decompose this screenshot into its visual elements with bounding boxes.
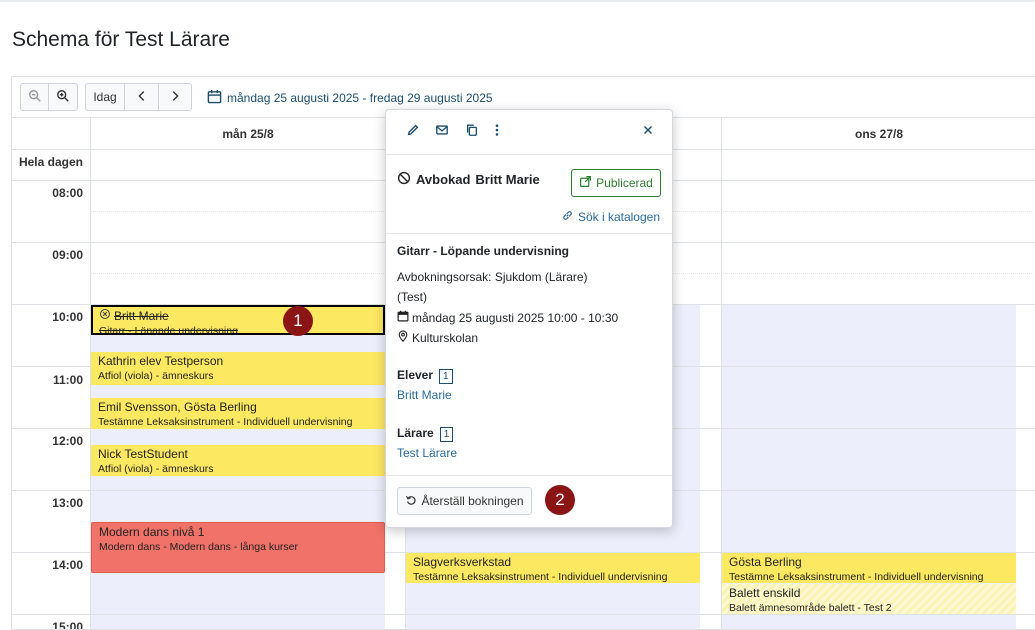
event-title-text: Britt Marie <box>114 308 169 323</box>
status-label: Avbokad <box>416 172 471 187</box>
event-datetime: måndag 25 augusti 2025 10:00 - 10:30 <box>397 310 618 325</box>
hour-label: 08:00 <box>52 186 83 200</box>
message-button[interactable] <box>434 124 450 140</box>
student-link[interactable]: Britt Marie <box>397 388 452 402</box>
teachers-count-badge: 1 <box>439 427 454 442</box>
datetime-text: måndag 25 augusti 2025 10:00 - 10:30 <box>412 310 619 325</box>
event-gosta-berling[interactable]: Gösta Berling Testämne Leksaksinstrument… <box>722 553 1016 583</box>
top-border <box>0 0 1035 2</box>
close-button[interactable] <box>640 124 656 140</box>
all-day-label: Hela dagen <box>18 155 83 169</box>
zoom-in-button[interactable] <box>48 83 78 111</box>
more-vertical-icon <box>490 123 504 142</box>
teacher-link[interactable]: Test Lärare <box>397 446 457 460</box>
external-link-icon <box>579 175 592 191</box>
event-title: Balett enskild <box>729 586 801 600</box>
event-title: Gösta Berling <box>729 555 802 569</box>
date-range-label: måndag 25 augusti 2025 - fredag 29 augus… <box>227 91 493 105</box>
more-options-button[interactable] <box>489 123 505 142</box>
restore-booking-button[interactable]: Återställ bokningen <box>397 487 532 515</box>
step-marker-1: 1 <box>283 306 313 336</box>
hour-label: 15:00 <box>52 620 83 630</box>
event-subtitle: Modern dans - Modern dans - långa kurser <box>99 541 299 553</box>
event-subtitle: Testämne Leksaksinstrument - Individuell… <box>729 571 984 583</box>
cancel-reason-note: (Test) <box>397 290 427 304</box>
event-emil-gosta[interactable]: Emil Svensson, Gösta Berling Testämne Le… <box>91 398 385 429</box>
calendar-icon <box>207 89 222 107</box>
event-modern-dans[interactable]: Modern dans nivå 1 Modern dans - Modern … <box>91 522 385 573</box>
popup-header <box>386 110 672 155</box>
link-icon <box>561 209 574 225</box>
cancelled-icon <box>99 308 111 324</box>
event-nick[interactable]: Nick TestStudent Atfiol (viola) - ämnesk… <box>91 445 385 476</box>
divider <box>386 475 672 476</box>
hour-label: 13:00 <box>52 496 83 510</box>
zoom-out-icon <box>28 89 42 106</box>
close-icon <box>641 123 655 142</box>
pencil-icon <box>406 123 420 142</box>
students-heading: Elever 1 <box>397 368 453 384</box>
students-count-badge: 1 <box>439 369 453 384</box>
envelope-icon <box>435 123 449 142</box>
hour-label: 11:00 <box>52 373 83 387</box>
chevron-right-icon <box>168 89 182 106</box>
event-title: Slagverksverkstad <box>413 555 512 569</box>
copy-button[interactable] <box>464 124 480 140</box>
teachers-heading-text: Lärare <box>397 426 434 440</box>
column-header-wed: ons 27/8 <box>854 126 904 141</box>
location-text: Kulturskolan <box>412 330 479 345</box>
hour-label: 14:00 <box>52 558 83 572</box>
zoom-in-icon <box>56 89 70 106</box>
event-slagverksverkstad[interactable]: Slagverksverkstad Testämne Leksaksinstru… <box>406 553 700 583</box>
catalog-link[interactable]: Sök i katalogen <box>561 209 660 225</box>
event-kathrin[interactable]: Kathrin elev Testperson Atfiol (viola) -… <box>91 352 385 385</box>
next-week-button[interactable] <box>158 83 192 111</box>
event-subtitle: Testämne Leksaksinstrument - Individuell… <box>413 571 668 583</box>
teachers-heading: Lärare 1 <box>397 426 454 442</box>
event-detail-popup: Avbokad Britt Marie Publicerad Sök i kat… <box>385 109 673 528</box>
event-title: Emil Svensson, Gösta Berling <box>98 400 257 414</box>
catalog-link-label: Sök i katalogen <box>577 210 660 224</box>
event-britt-marie[interactable]: Britt Marie Gitarr - Löpande undervisnin… <box>91 305 385 335</box>
popup-title: Avbokad Britt Marie <box>397 171 540 188</box>
event-title: Modern dans nivå 1 <box>99 525 205 539</box>
copy-icon <box>465 123 479 142</box>
calendar-icon <box>397 310 409 325</box>
event-subtitle: Gitarr - Löpande undervisning <box>99 325 238 335</box>
student-name: Britt Marie <box>475 172 540 187</box>
published-button[interactable]: Publicerad <box>571 169 661 197</box>
step-marker-2: 2 <box>545 485 575 515</box>
column-header-mon: mån 25/8 <box>222 126 274 141</box>
zoom-out-button[interactable] <box>20 83 49 111</box>
restore-booking-label: Återställ bokningen <box>421 494 524 508</box>
course-name: Gitarr - Löpande undervisning <box>397 244 570 258</box>
ban-icon <box>397 171 411 188</box>
today-button[interactable]: Idag <box>85 83 125 111</box>
students-heading-text: Elever <box>397 368 434 382</box>
hour-label: 10:00 <box>52 310 83 324</box>
event-title: Nick TestStudent <box>98 447 188 461</box>
event-subtitle: Testämne Leksaksinstrument - Individuell… <box>98 416 353 428</box>
chevron-left-icon <box>135 89 149 106</box>
event-location: Kulturskolan <box>397 330 478 345</box>
event-title: Britt Marie <box>99 308 377 324</box>
event-subtitle: Atfiol (viola) - ämneskurs <box>98 463 214 475</box>
date-range-picker[interactable]: måndag 25 augusti 2025 - fredag 29 augus… <box>207 89 493 107</box>
event-title: Kathrin elev Testperson <box>98 354 224 368</box>
undo-icon <box>405 494 417 509</box>
grid-line <box>12 614 1035 615</box>
hour-label: 12:00 <box>52 434 83 448</box>
published-label: Publicerad <box>596 176 653 190</box>
event-balett-enskild[interactable]: Balett enskild Balett ämnesområde balett… <box>722 584 1016 614</box>
page-title: Schema för Test Lärare <box>12 28 230 51</box>
edit-button[interactable] <box>405 124 421 140</box>
prev-week-button[interactable] <box>124 83 159 111</box>
event-subtitle: Balett ämnesområde balett - Test 2 <box>729 602 892 614</box>
cancel-reason: Avbokningsorsak: Sjukdom (Lärare) <box>397 270 588 284</box>
map-pin-icon <box>397 330 409 345</box>
event-subtitle: Atfiol (viola) - ämneskurs <box>98 370 214 382</box>
hour-label: 09:00 <box>52 248 83 262</box>
divider <box>386 233 672 234</box>
